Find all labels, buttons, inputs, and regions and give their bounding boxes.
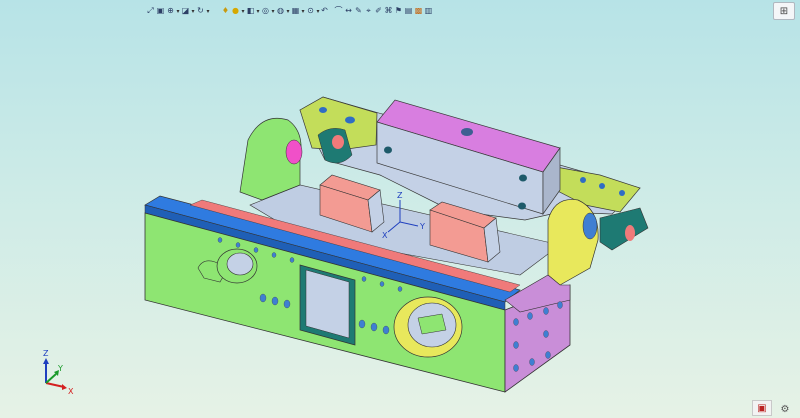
hole: [518, 202, 526, 210]
display-mode-button[interactable]: ▣: [752, 400, 772, 416]
triad-y-label: Y: [57, 364, 63, 373]
left-bore: [226, 252, 254, 276]
hole: [599, 183, 605, 189]
origin-z-label: Z: [397, 191, 403, 200]
triad-z-label: Z: [43, 349, 49, 358]
blue-bore: [582, 212, 598, 240]
hole: [345, 116, 355, 124]
triad-x-label: X: [68, 387, 74, 396]
axis-triad: Z Y X: [43, 349, 74, 396]
hole: [519, 174, 527, 182]
hole: [580, 177, 586, 183]
hole: [461, 128, 473, 136]
hole: [384, 146, 392, 154]
hole: [319, 107, 327, 113]
front-window-inner: [305, 269, 350, 339]
pink-hole: [332, 135, 344, 149]
pink-bore: [285, 139, 303, 165]
right-upright: [547, 199, 599, 286]
parts-icon: ⚙: [780, 403, 790, 415]
origin-y-label: Y: [419, 222, 425, 231]
hole: [619, 190, 625, 196]
origin-x-label: X: [382, 231, 388, 240]
3d-viewport[interactable]: Z Y X Z Y X: [0, 0, 800, 418]
pink-hole: [625, 225, 635, 241]
shaded-cube-icon: ▣: [757, 402, 767, 414]
assembly-button[interactable]: ⚙: [776, 402, 794, 416]
right-bracket: [599, 207, 649, 251]
